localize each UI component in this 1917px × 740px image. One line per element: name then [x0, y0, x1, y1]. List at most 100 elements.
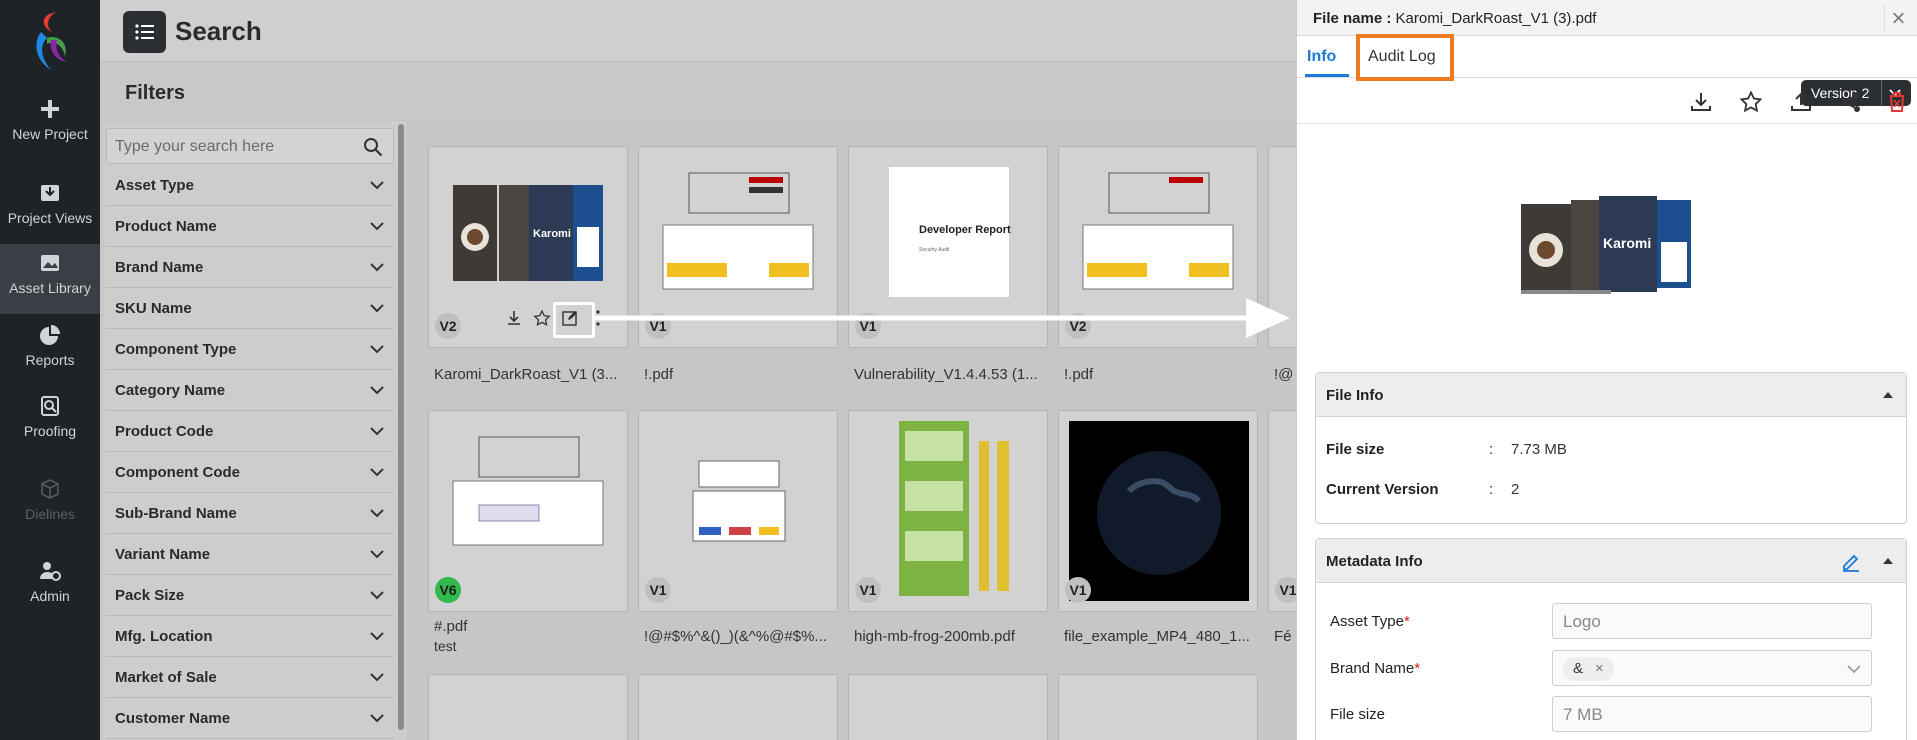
- file-info-header[interactable]: File Info: [1316, 373, 1906, 417]
- filter-accordion[interactable]: Category Name: [106, 371, 394, 411]
- upload-icon[interactable]: [1789, 90, 1813, 114]
- chevron-down-icon: [1847, 665, 1861, 674]
- filter-accordion[interactable]: Pack Size: [106, 576, 394, 616]
- nav-project-views[interactable]: Project Views: [0, 182, 100, 252]
- panel-header: File name : Karomi_DarkRoast_V1 (3).pdf: [1297, 0, 1917, 36]
- filter-label: Customer Name: [115, 710, 231, 727]
- chevron-down-icon: [370, 304, 384, 313]
- chevron-down-icon: [370, 632, 384, 641]
- left-nav: New Project Project Views Asset Library …: [0, 0, 100, 740]
- search-doc-icon: [41, 396, 59, 416]
- asset-card[interactable]: V6: [428, 410, 628, 612]
- section-title: File Info: [1326, 387, 1384, 404]
- field-value: Logo: [1563, 612, 1601, 631]
- nav-proofing[interactable]: Proofing: [0, 395, 100, 465]
- filter-label: Variant Name: [115, 546, 211, 563]
- asset-thumbnail: Karomi: [453, 185, 603, 281]
- asset-card[interactable]: V1: [848, 410, 1048, 612]
- file-size-field[interactable]: 7 MB: [1552, 696, 1872, 732]
- search-icon[interactable]: [363, 137, 383, 157]
- caret-up-icon: [1883, 558, 1893, 564]
- filter-accordion[interactable]: Component Type: [106, 330, 394, 370]
- asset-name[interactable]: !.pdf: [1064, 366, 1264, 383]
- nav-label: Project Views: [7, 210, 93, 226]
- pencil-edit-icon[interactable]: [1840, 551, 1862, 573]
- asset-name[interactable]: Fé: [1274, 628, 1296, 645]
- delete-icon[interactable]: [1885, 90, 1909, 114]
- nav-label: Admin: [30, 588, 70, 604]
- asset-name[interactable]: #.pdf: [434, 618, 634, 635]
- filter-search-input[interactable]: [115, 135, 350, 159]
- tab-info[interactable]: Info: [1307, 48, 1336, 66]
- file-info-section: File Info File size : 7.73 MB Current Ve…: [1315, 372, 1907, 524]
- nav-label: Reports: [25, 352, 75, 368]
- filter-accordion[interactable]: Product Name: [106, 207, 394, 247]
- filter-accordion[interactable]: Mfg. Location: [106, 617, 394, 657]
- chip-remove-icon[interactable]: ×: [1595, 660, 1604, 677]
- filter-accordion[interactable]: Brand Name: [106, 248, 394, 288]
- filter-label: Product Code: [115, 423, 214, 440]
- asset-name[interactable]: Karomi_DarkRoast_V1 (3...: [434, 366, 634, 383]
- nav-new-project[interactable]: New Project: [0, 98, 100, 168]
- filter-accordion[interactable]: Sub-Brand Name: [106, 494, 394, 534]
- section-title: Metadata Info: [1326, 553, 1423, 570]
- plus-icon: [41, 100, 59, 118]
- asset-thumbnail: [1082, 172, 1234, 290]
- asset-type-field[interactable]: Logo: [1552, 603, 1872, 639]
- chevron-down-icon: [370, 468, 384, 477]
- menu-button[interactable]: [123, 11, 166, 53]
- report-sub: Security Audit: [919, 247, 950, 253]
- asset-card[interactable]: V1: [1058, 410, 1258, 612]
- nav-reports[interactable]: Reports: [0, 324, 100, 394]
- app-logo[interactable]: [27, 10, 73, 74]
- chevron-down-icon: [370, 427, 384, 436]
- filter-accordion[interactable]: Variant Name: [106, 535, 394, 575]
- filter-label: Brand Name: [115, 259, 204, 276]
- kv-key: Current Version: [1326, 481, 1439, 498]
- star-icon[interactable]: [533, 309, 551, 327]
- asset-card[interactable]: [638, 674, 838, 740]
- chevron-down-icon: [370, 263, 384, 272]
- asset-name[interactable]: Vulnerability_V1.4.4.53 (1...: [854, 366, 1054, 383]
- asset-name[interactable]: high-mb-frog-200mb.pdf: [854, 628, 1054, 645]
- nav-asset-library[interactable]: Asset Library: [0, 244, 100, 314]
- chevron-down-icon: [370, 222, 384, 231]
- download-icon[interactable]: [1689, 90, 1713, 114]
- filters-scrollbar[interactable]: [398, 124, 404, 730]
- asset-card[interactable]: V1: [638, 410, 838, 612]
- asset-card[interactable]: [848, 674, 1048, 740]
- metadata-info-header[interactable]: Metadata Info: [1316, 539, 1906, 583]
- chip-label: &: [1573, 660, 1584, 677]
- nav-label: Proofing: [23, 423, 77, 439]
- asset-name[interactable]: !@#$%^&()_)(&^%@#$%...: [644, 628, 844, 645]
- brand-name-select[interactable]: & ×: [1552, 650, 1872, 686]
- asset-name[interactable]: !@: [1274, 366, 1296, 383]
- asset-card[interactable]: [1058, 674, 1258, 740]
- filter-label: Category Name: [115, 382, 226, 399]
- download-icon[interactable]: [505, 309, 523, 327]
- asset-thumbnail: [662, 172, 814, 290]
- filter-accordion[interactable]: SKU Name: [106, 289, 394, 329]
- metadata-info-section: Metadata Info Asset Type* Logo Brand Nam…: [1315, 538, 1907, 740]
- chevron-down-icon: [370, 509, 384, 518]
- star-icon[interactable]: [1739, 90, 1763, 114]
- filter-accordion[interactable]: Market of Sale: [106, 658, 394, 698]
- asset-thumbnail: [899, 421, 1009, 596]
- kv-value: 7.73 MB: [1511, 441, 1567, 458]
- filter-accordion[interactable]: Component Code: [106, 453, 394, 493]
- nav-admin[interactable]: Admin: [0, 560, 100, 630]
- list-menu-icon: [134, 24, 154, 40]
- asset-card[interactable]: [428, 674, 628, 740]
- asset-name[interactable]: file_example_MP4_480_1...: [1064, 628, 1264, 645]
- close-icon[interactable]: [1884, 4, 1912, 32]
- share-icon[interactable]: [1839, 90, 1863, 114]
- filter-accordion[interactable]: Product Code: [106, 412, 394, 452]
- kv-key: File size: [1326, 441, 1385, 458]
- filter-accordion[interactable]: Customer Name: [106, 699, 394, 739]
- version-badge: V1: [855, 577, 881, 603]
- asset-name[interactable]: !.pdf: [644, 366, 844, 383]
- filter-search-box: [106, 128, 394, 164]
- filter-label: Asset Type: [115, 177, 194, 194]
- version-badge: V6: [435, 577, 461, 603]
- filter-accordion[interactable]: Asset Type: [106, 166, 394, 206]
